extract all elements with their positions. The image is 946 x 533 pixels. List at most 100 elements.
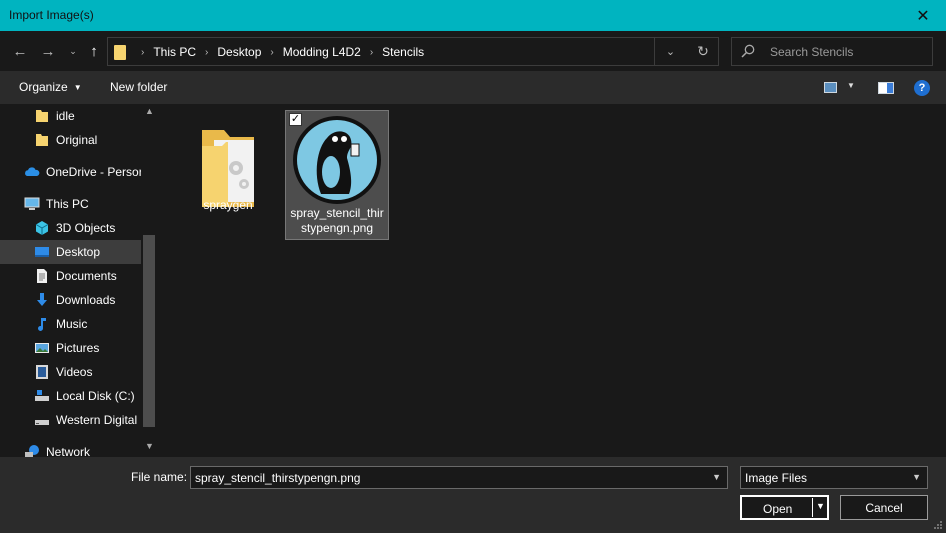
chevron-right-icon: › bbox=[270, 46, 274, 58]
this-pc-icon bbox=[24, 196, 40, 212]
sidebar-item-label: Pictures bbox=[56, 341, 100, 355]
footer-bar: File name: spray_stencil_thirstypengn.pn… bbox=[0, 457, 946, 533]
file-name-field[interactable]: spray_stencil_thirstypengn.png ▼ bbox=[190, 466, 728, 489]
sidebar-item-network[interactable]: Network bbox=[24, 440, 90, 457]
organize-label: Organize bbox=[19, 80, 68, 94]
scrollbar-thumb[interactable] bbox=[143, 235, 155, 427]
sidebar-item-label: idle bbox=[56, 109, 75, 123]
title-bar: Import Image(s) ✕ bbox=[0, 0, 946, 31]
chevron-right-icon: › bbox=[369, 46, 374, 58]
chevron-down-icon: ▼ bbox=[73, 83, 82, 92]
breadcrumb-modding-l4d2[interactable]: Modding L4D2 bbox=[283, 45, 361, 59]
sidebar-item-original[interactable]: Original bbox=[34, 128, 97, 152]
sidebar-item-label: Network bbox=[46, 445, 91, 457]
downloads-icon bbox=[34, 292, 50, 308]
command-bar: Organize ▼ New folder ▼ ? bbox=[0, 71, 946, 104]
sidebar-item-label: Original bbox=[56, 133, 98, 147]
sidebar-item-label: Documents bbox=[56, 269, 117, 283]
sidebar-item-documents[interactable]: Documents bbox=[34, 264, 117, 288]
change-view-icon[interactable] bbox=[824, 82, 837, 93]
local-disk-icon bbox=[34, 388, 50, 404]
new-folder-button[interactable]: New folder bbox=[110, 80, 167, 94]
up-arrow-icon[interactable]: ↑ bbox=[84, 41, 104, 61]
forward-arrow-icon[interactable]: → bbox=[38, 41, 58, 61]
desktop-icon bbox=[34, 244, 50, 260]
scroll-down-icon[interactable]: ▼ bbox=[141, 441, 158, 455]
folder-icon bbox=[34, 108, 50, 124]
sidebar-item-local-disk[interactable]: Local Disk (C:) bbox=[34, 384, 135, 408]
music-icon bbox=[34, 316, 50, 332]
file-name: spraygen bbox=[203, 198, 253, 212]
window-title: Import Image(s) bbox=[9, 8, 94, 22]
3d-objects-icon bbox=[34, 220, 50, 236]
network-icon bbox=[24, 444, 40, 457]
videos-icon bbox=[34, 364, 50, 380]
sidebar-item-label: Downloads bbox=[56, 293, 116, 307]
onedrive-icon bbox=[24, 164, 40, 180]
sidebar-item-idle[interactable]: idle bbox=[34, 104, 75, 128]
breadcrumb-desktop[interactable]: Desktop bbox=[217, 45, 261, 59]
open-label: Open bbox=[763, 502, 793, 516]
breadcrumb-stencils[interactable]: Stencils bbox=[382, 45, 424, 59]
folder-icon bbox=[114, 45, 126, 60]
documents-icon bbox=[34, 268, 50, 284]
sidebar-scrollbar[interactable]: ▲ ▼ bbox=[141, 104, 158, 457]
address-dropdown-icon[interactable]: ⌄ bbox=[654, 38, 686, 65]
cancel-button[interactable]: Cancel bbox=[840, 495, 928, 520]
file-list: spraygen ✓ spray_stencil_thir stypengn.p… bbox=[158, 104, 946, 457]
sidebar-item-3d-objects[interactable]: 3D Objects bbox=[34, 216, 115, 240]
recent-locations-chevron-icon[interactable]: ⌄ bbox=[63, 41, 83, 61]
navigation-pane: idle Original OneDrive - Persor This PC … bbox=[0, 104, 158, 457]
sidebar-item-label: Desktop bbox=[56, 245, 101, 259]
view-options-chevron-icon[interactable]: ▼ bbox=[847, 81, 855, 90]
chevron-down-icon[interactable]: ▼ bbox=[712, 472, 721, 482]
breadcrumb: › This PC › Desktop › Modding L4D2 › Ste… bbox=[132, 45, 424, 59]
split-divider bbox=[812, 498, 813, 517]
chevron-right-icon: › bbox=[141, 46, 145, 58]
back-arrow-icon[interactable]: ← bbox=[10, 41, 30, 61]
file-type-select[interactable]: Image Files ▼ bbox=[740, 466, 928, 489]
folder-icon bbox=[34, 132, 50, 148]
drive-icon bbox=[34, 412, 50, 428]
sidebar-item-pictures[interactable]: Pictures bbox=[34, 336, 99, 360]
sidebar-item-this-pc[interactable]: This PC bbox=[24, 192, 89, 216]
chevron-right-icon: › bbox=[205, 46, 209, 58]
file-item-spraygen[interactable]: spraygen bbox=[186, 110, 270, 228]
close-icon[interactable]: ✕ bbox=[900, 0, 946, 31]
file-name-label: File name: bbox=[131, 470, 188, 484]
sidebar-item-label: Local Disk (C:) bbox=[56, 389, 135, 403]
file-name-line-2: stypengn.png bbox=[300, 221, 374, 235]
open-button[interactable]: Open ▼ bbox=[740, 495, 829, 520]
open-options-chevron-icon[interactable]: ▼ bbox=[816, 501, 825, 511]
breadcrumb-this-pc[interactable]: This PC bbox=[153, 45, 196, 59]
sidebar-item-desktop[interactable]: Desktop bbox=[0, 240, 141, 264]
sidebar-item-label: OneDrive - Persor bbox=[46, 165, 143, 179]
sidebar-item-downloads[interactable]: Downloads bbox=[34, 288, 115, 312]
sidebar-item-western-digital[interactable]: Western Digital ( bbox=[34, 408, 144, 432]
sidebar-item-videos[interactable]: Videos bbox=[34, 360, 92, 384]
sidebar-item-label: Music bbox=[56, 317, 88, 331]
refresh-icon[interactable]: ↻ bbox=[688, 38, 718, 65]
resize-grip-icon[interactable] bbox=[933, 520, 943, 530]
file-name-line-1: spray_stencil_thir bbox=[290, 206, 384, 220]
search-icon bbox=[741, 44, 755, 58]
pictures-icon bbox=[34, 340, 50, 356]
sidebar-item-label: 3D Objects bbox=[56, 221, 116, 235]
sidebar-item-label: This PC bbox=[46, 197, 89, 211]
preview-pane-icon[interactable] bbox=[878, 82, 894, 94]
file-name-value: spray_stencil_thirstypengn.png bbox=[195, 471, 361, 485]
help-icon[interactable]: ? bbox=[914, 80, 930, 96]
address-bar[interactable]: › This PC › Desktop › Modding L4D2 › Ste… bbox=[107, 37, 719, 66]
sidebar-item-music[interactable]: Music bbox=[34, 312, 87, 336]
search-box bbox=[731, 37, 933, 66]
scroll-up-icon[interactable]: ▲ bbox=[141, 106, 158, 120]
search-input[interactable] bbox=[770, 43, 920, 61]
sidebar-item-onedrive[interactable]: OneDrive - Persor bbox=[24, 160, 143, 184]
chevron-down-icon[interactable]: ▼ bbox=[912, 472, 921, 482]
checkbox-checked-icon[interactable]: ✓ bbox=[289, 113, 302, 126]
navigation-bar: ← → ⌄ ↑ › This PC › Desktop › Modding L4… bbox=[0, 31, 946, 71]
organize-button[interactable]: Organize ▼ bbox=[19, 80, 82, 94]
file-item-spray-stencil[interactable]: ✓ spray_stencil_thir stypengn.png bbox=[285, 110, 389, 240]
file-type-value: Image Files bbox=[745, 471, 808, 485]
sidebar-item-label: Videos bbox=[56, 365, 93, 379]
